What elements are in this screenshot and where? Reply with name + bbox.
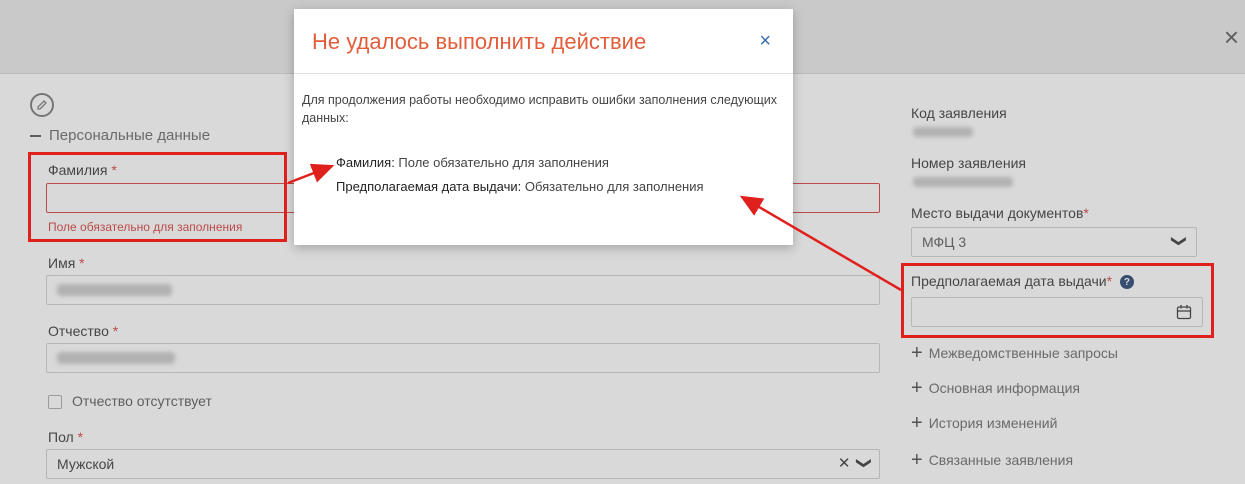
arrow-to-date-error	[739, 195, 902, 292]
arrow-to-surname-error	[287, 163, 335, 185]
annotation-arrows	[287, 163, 902, 292]
